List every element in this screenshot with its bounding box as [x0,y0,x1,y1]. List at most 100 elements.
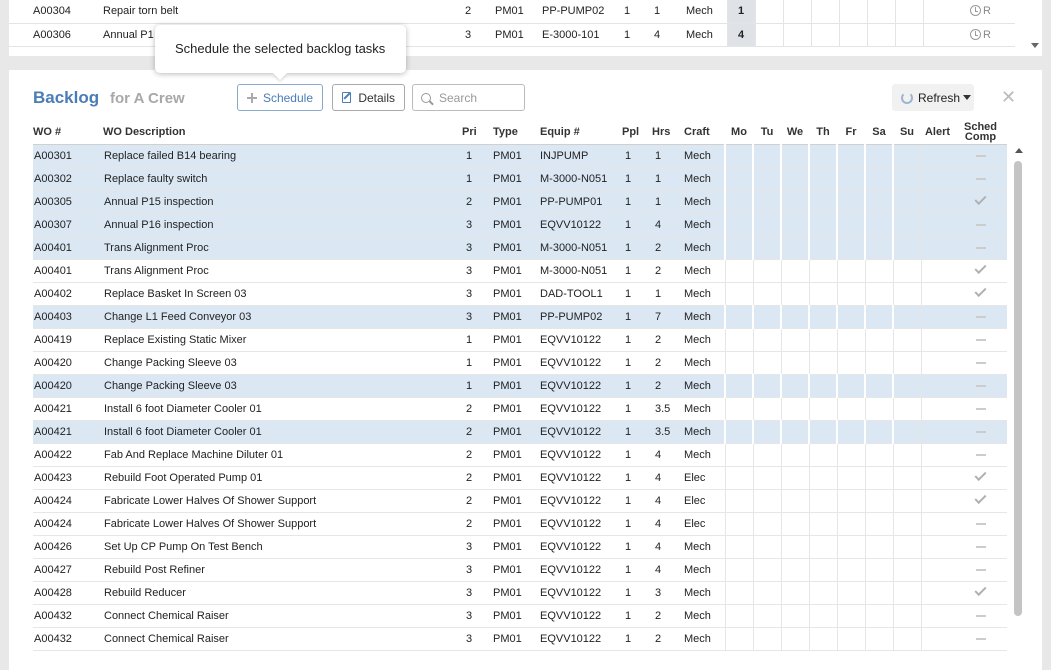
table-row[interactable]: A00401 Trans Alignment Proc 3 PM01 M-3000-N0… [33,259,1007,283]
cell-day[interactable] [836,236,865,260]
cell-day[interactable] [724,236,753,260]
cell-day[interactable] [752,489,781,513]
cell-day[interactable] [780,443,809,467]
column-header-craft[interactable]: Craft [684,120,725,145]
cell-day[interactable] [864,512,893,536]
cell-day[interactable] [892,512,921,536]
cell-day[interactable] [780,558,809,582]
cell-day[interactable] [724,305,753,329]
cell-day[interactable] [752,397,781,421]
cell-day[interactable] [724,420,753,444]
cell-day[interactable] [864,443,893,467]
cell-day[interactable] [780,144,809,168]
cell-day[interactable] [780,512,809,536]
cell-day[interactable] [752,420,781,444]
table-row[interactable]: A00432 Connect Chemical Raiser 3 PM01 EQVV10… [33,604,1007,628]
cell-day[interactable] [810,0,839,24]
cell-day[interactable] [864,466,893,490]
cell-day[interactable] [836,443,865,467]
refresh-button[interactable]: Refresh [892,84,974,111]
cell-day[interactable] [864,374,893,398]
cell-day[interactable] [780,535,809,559]
cell-day[interactable] [836,190,865,214]
cell-day[interactable] [836,581,865,605]
cell-day[interactable] [892,236,921,260]
cell-day[interactable] [864,167,893,191]
table-row[interactable]: A00432 Connect Chemical Raiser 3 PM01 EQVV10… [33,627,1007,651]
cell-day[interactable] [780,167,809,191]
cell-day[interactable] [780,305,809,329]
cell-day[interactable] [808,627,837,651]
cell-day[interactable] [864,558,893,582]
scrollbar-thumb[interactable] [1014,161,1022,616]
cell-day[interactable] [892,466,921,490]
table-row[interactable]: A00302 Replace faulty switch 1 PM01 M-3000-N… [33,167,1007,191]
cell-day[interactable] [836,351,865,375]
cell-day[interactable] [724,558,753,582]
cell-day[interactable] [864,581,893,605]
cell-day[interactable] [836,604,865,628]
cell-day[interactable] [808,420,837,444]
cell-day[interactable] [836,397,865,421]
cell-day[interactable] [892,328,921,352]
cell-day[interactable] [864,627,893,651]
cell-day[interactable] [892,535,921,559]
cell-day[interactable] [836,466,865,490]
table-row[interactable]: A00423 Rebuild Foot Operated Pump 01 2 PM01… [33,466,1007,490]
cell-day[interactable] [864,328,893,352]
cell-day[interactable] [752,627,781,651]
cell-day[interactable] [808,328,837,352]
cell-day[interactable] [724,466,753,490]
cell-day[interactable] [808,466,837,490]
cell-day[interactable] [836,282,865,306]
details-button[interactable]: Details [332,84,405,111]
cell-day[interactable] [752,259,781,283]
cell-day[interactable] [780,190,809,214]
cell-day[interactable] [752,213,781,237]
cell-day[interactable] [808,213,837,237]
cell-day[interactable] [808,305,837,329]
cell-day[interactable] [724,259,753,283]
cell-day[interactable] [752,581,781,605]
table-row[interactable]: A00426 Set Up CP Pump On Test Bench 3 PM01 E… [33,535,1007,559]
cell-day[interactable] [892,190,921,214]
cell-day[interactable] [724,489,753,513]
table-row[interactable]: A00424 Fabricate Lower Halves Of Shower S… [33,512,1007,536]
column-header-description[interactable]: WO Description [103,120,462,145]
cell-day[interactable] [752,328,781,352]
cell-day[interactable] [892,581,921,605]
cell-day[interactable] [782,23,811,47]
cell-day[interactable] [752,305,781,329]
table-row[interactable]: A00427 Rebuild Post Refiner 3 PM01 EQVV10122… [33,558,1007,582]
cell-day[interactable] [866,0,895,24]
cell-day[interactable] [752,466,781,490]
cell-day[interactable]: 1 [726,0,755,24]
table-row[interactable]: A00421 Install 6 foot Diameter Cooler 01 2… [33,420,1007,444]
cell-day[interactable] [780,581,809,605]
cell-day[interactable] [864,236,893,260]
cell-day[interactable] [752,190,781,214]
cell-day[interactable] [724,443,753,467]
cell-day[interactable] [808,397,837,421]
table-row[interactable]: A00420 Change Packing Sleeve 03 1 PM01 EQVV1… [33,351,1007,375]
cell-day[interactable] [866,23,895,47]
search-input[interactable] [439,90,519,105]
cell-day[interactable] [724,581,753,605]
column-header-people[interactable]: Ppl [622,120,652,145]
search-field[interactable] [412,84,525,111]
scroll-down-icon[interactable] [1031,43,1039,48]
cell-day[interactable] [780,374,809,398]
table-row[interactable]: A00307 Annual P16 inspection 3 PM01 EQVV1012… [33,213,1007,237]
cell-day[interactable] [892,259,921,283]
cell-day[interactable] [752,351,781,375]
cell-day[interactable] [754,23,783,47]
cell-day[interactable] [808,558,837,582]
schedule-button[interactable]: Schedule [237,84,323,111]
table-row[interactable]: A00428 Rebuild Reducer 3 PM01 EQVV10122 1 3 Mec… [33,581,1007,605]
cell-day[interactable] [892,420,921,444]
cell-day[interactable] [864,213,893,237]
cell-day[interactable] [892,167,921,191]
cell-day[interactable] [724,282,753,306]
cell-day[interactable] [724,190,753,214]
cell-day[interactable] [836,374,865,398]
